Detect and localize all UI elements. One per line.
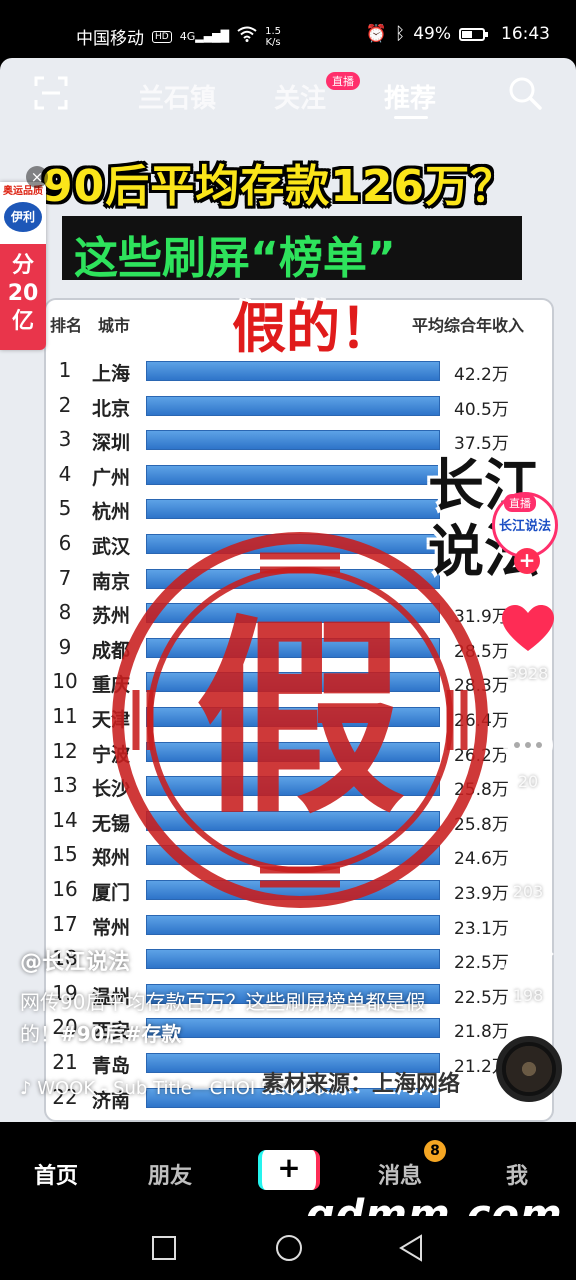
- home-circle-icon[interactable]: [276, 1235, 302, 1261]
- tab-following[interactable]: 关注: [274, 78, 326, 115]
- headline-secondary: 这些刷屏“榜单”: [74, 233, 396, 284]
- comment-icon[interactable]: [500, 722, 556, 772]
- battery-icon: [459, 27, 488, 41]
- share-arrow-icon[interactable]: [500, 932, 556, 982]
- row-bar: [146, 464, 440, 485]
- column-city-header: 城市: [98, 316, 131, 335]
- bluetooth-icon: ᛒ: [395, 24, 406, 44]
- network-speed: 1.5 K/s: [265, 25, 281, 48]
- row-bar: [146, 949, 440, 970]
- row-city: 深圳: [92, 432, 131, 455]
- tab-home[interactable]: 首页: [34, 1158, 78, 1190]
- row-value: 42.2万: [454, 365, 509, 385]
- avatar-label: 长江说法: [499, 519, 552, 534]
- back-triangle-icon[interactable]: [398, 1234, 424, 1262]
- recents-square-icon[interactable]: [152, 1236, 176, 1260]
- column-income-header: 平均综合年收入: [412, 316, 525, 335]
- create-button[interactable]: +: [258, 1150, 320, 1190]
- alarm-icon: ⏰: [365, 24, 387, 44]
- avatar-live-badge: 直播: [504, 494, 536, 512]
- row-bar: [146, 499, 440, 520]
- stamp-char: 假: [195, 597, 405, 842]
- row-rank: 3: [58, 427, 72, 452]
- wifi-icon: [237, 26, 257, 47]
- hashtags[interactable]: #90后#存款: [60, 1022, 181, 1046]
- row-bar: [146, 395, 440, 416]
- promo-close-button[interactable]: ×: [26, 166, 48, 188]
- tab-local[interactable]: 兰石镇: [138, 78, 216, 115]
- like-count: 3928: [507, 664, 549, 683]
- row-city: 上海: [92, 363, 131, 385]
- row-rank: 13: [52, 773, 78, 798]
- row-value: 40.5万: [454, 399, 509, 420]
- promo-amount: 分 20 亿: [7, 253, 39, 334]
- battery-percent: 49%: [413, 24, 451, 44]
- tab-messages[interactable]: 消息: [378, 1158, 422, 1190]
- column-rank-header: 排名: [50, 316, 83, 335]
- brand-logo: 伊利: [4, 202, 42, 232]
- music-disc-icon[interactable]: [496, 1036, 562, 1102]
- live-badge: 直播: [326, 72, 360, 90]
- row-city: 青岛: [92, 1055, 131, 1077]
- row-bar: [146, 430, 440, 451]
- row-bar: [146, 361, 440, 381]
- row-rank: 9: [58, 634, 72, 659]
- music-note-icon: ♪: [20, 1078, 38, 1099]
- video-description: 网传90后平均存款百万？这些刷屏榜单都是假的！#90后#存款: [20, 990, 426, 1046]
- active-tab-indicator: [394, 116, 428, 119]
- plus-icon: +: [277, 1151, 301, 1184]
- source-credit: 素材来源：上海网络: [262, 1072, 461, 1097]
- favorite-star-icon[interactable]: [500, 824, 556, 874]
- share-count: 198: [512, 986, 544, 1005]
- favorite-count: 203: [512, 882, 544, 901]
- row-city: 杭州: [92, 501, 131, 524]
- author-name[interactable]: @长江说法: [20, 944, 130, 976]
- promo-badge[interactable]: 奥运品质 伊利 分 20 亿: [0, 182, 46, 350]
- row-rank: 1: [58, 358, 72, 382]
- tab-me[interactable]: 我: [506, 1158, 528, 1190]
- headline-secondary-box: 这些刷屏“榜单”: [62, 216, 522, 284]
- headline-primary: 90后平均存款126万？: [42, 161, 516, 212]
- row-bar: [146, 914, 440, 935]
- row-city: 广州: [92, 466, 131, 489]
- row-rank: 2: [58, 392, 72, 417]
- row-rank: 8: [58, 600, 72, 625]
- headline-fake: 假的！: [232, 297, 394, 360]
- row-rank: 12: [52, 738, 78, 763]
- row-rank: 15: [52, 842, 78, 867]
- tab-recommend[interactable]: 推荐: [384, 78, 436, 115]
- carrier-name: 中国移动: [76, 29, 144, 49]
- hd-badge: HD: [152, 30, 172, 43]
- row-rank: 11: [52, 704, 78, 728]
- fake-stamp: 假: [112, 532, 488, 908]
- messages-badge: 8: [424, 1140, 446, 1162]
- comment-count: 20: [517, 772, 539, 791]
- follow-button[interactable]: +: [514, 548, 540, 574]
- scan-icon[interactable]: [34, 76, 68, 110]
- row-city: 北京: [92, 397, 131, 420]
- row-value: 21.8万: [454, 1022, 509, 1043]
- row-rank: 7: [58, 565, 72, 590]
- row-rank: 4: [58, 461, 72, 486]
- signal-icon: 4G▂▄▆█: [179, 30, 230, 43]
- row-rank: 5: [58, 496, 72, 521]
- row-rank: 16: [52, 877, 78, 901]
- tab-friends[interactable]: 朋友: [148, 1158, 192, 1190]
- search-icon[interactable]: [508, 76, 542, 110]
- row-rank: 6: [58, 531, 72, 555]
- row-rank: 10: [52, 669, 78, 694]
- row-rank: 17: [52, 911, 78, 936]
- like-heart-icon[interactable]: [500, 604, 556, 654]
- row-rank: 14: [52, 807, 78, 832]
- clock: 16:43: [501, 24, 550, 44]
- row-city: 常州: [92, 916, 131, 939]
- row-rank: 21: [52, 1050, 78, 1074]
- row-value: 37.5万: [454, 434, 509, 455]
